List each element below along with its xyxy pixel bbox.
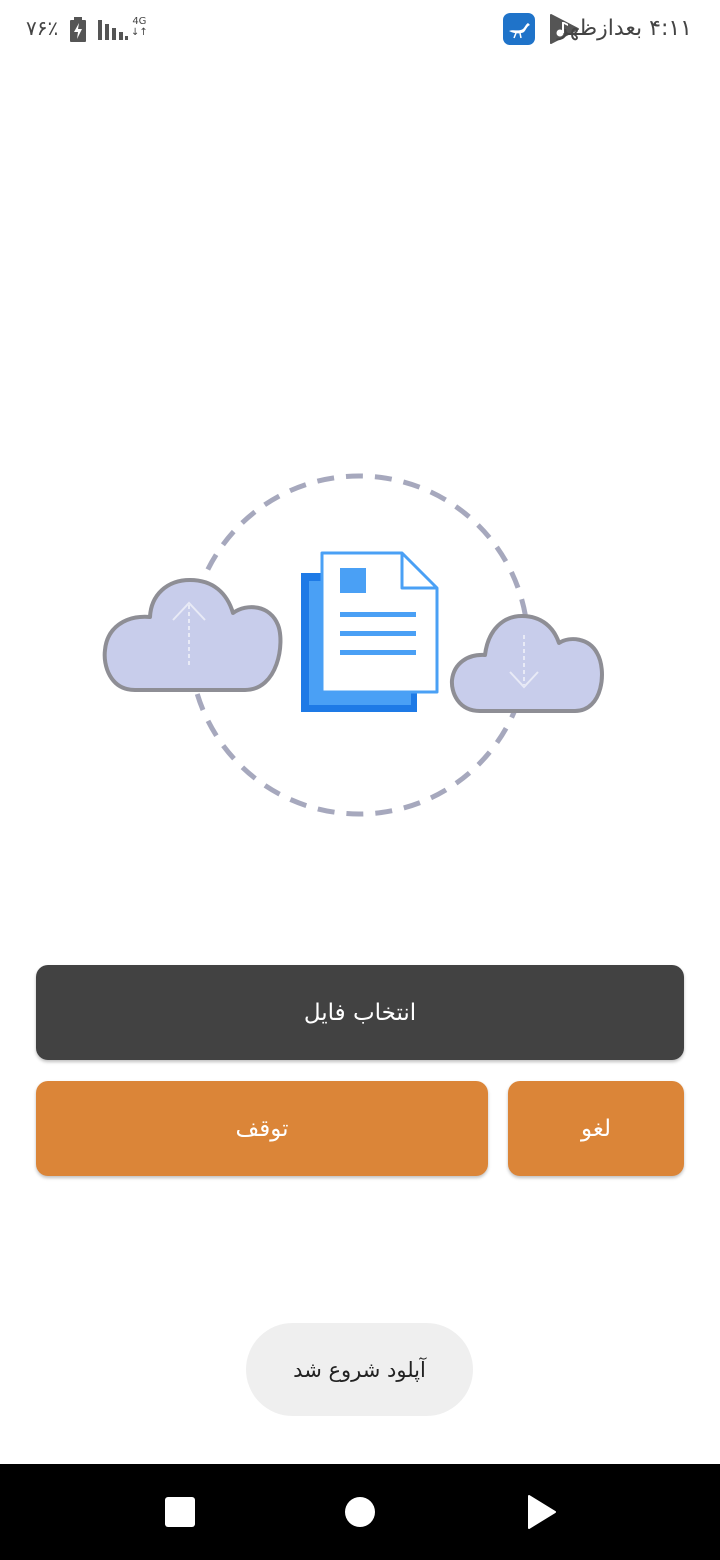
battery-charging-icon (70, 17, 86, 42)
cancel-label: لغو (581, 1115, 611, 1142)
download-cloud-icon (449, 614, 604, 713)
recent-apps-icon[interactable] (165, 1497, 195, 1527)
network-activity: ↓↑ (131, 27, 148, 38)
select-file-button[interactable]: انتخاب فایل (36, 965, 684, 1060)
signal-icon (98, 20, 128, 40)
battery-percentage: ۷۶٪ (26, 16, 59, 40)
stop-button[interactable]: توقف (36, 1081, 488, 1176)
upload-illustration (102, 473, 604, 817)
back-icon[interactable] (527, 1494, 557, 1530)
select-file-label: انتخاب فایل (303, 999, 417, 1026)
home-icon[interactable] (345, 1497, 375, 1527)
status-bar: ۷۶٪ 4G ↓↑ ۴:۱۱ بعدازظهر (0, 0, 720, 60)
toast-text: آپلود شروع شد (293, 1357, 426, 1382)
app-notification-icon (503, 13, 535, 45)
cancel-button[interactable]: لغو (508, 1081, 684, 1176)
network-label: 4G (132, 16, 147, 27)
network-type: 4G ↓↑ (131, 16, 148, 38)
upload-cloud-icon (102, 578, 283, 692)
navigation-bar (0, 1464, 720, 1560)
clock: ۴:۱۱ بعدازظهر (557, 16, 692, 41)
document-icon (301, 551, 439, 712)
toast-message: آپلود شروع شد (246, 1323, 473, 1416)
stop-label: توقف (235, 1115, 289, 1142)
upload-screen: ۷۶٪ 4G ↓↑ ۴:۱۱ بعدازظهر انتخاب فایل توقف… (0, 0, 720, 1560)
